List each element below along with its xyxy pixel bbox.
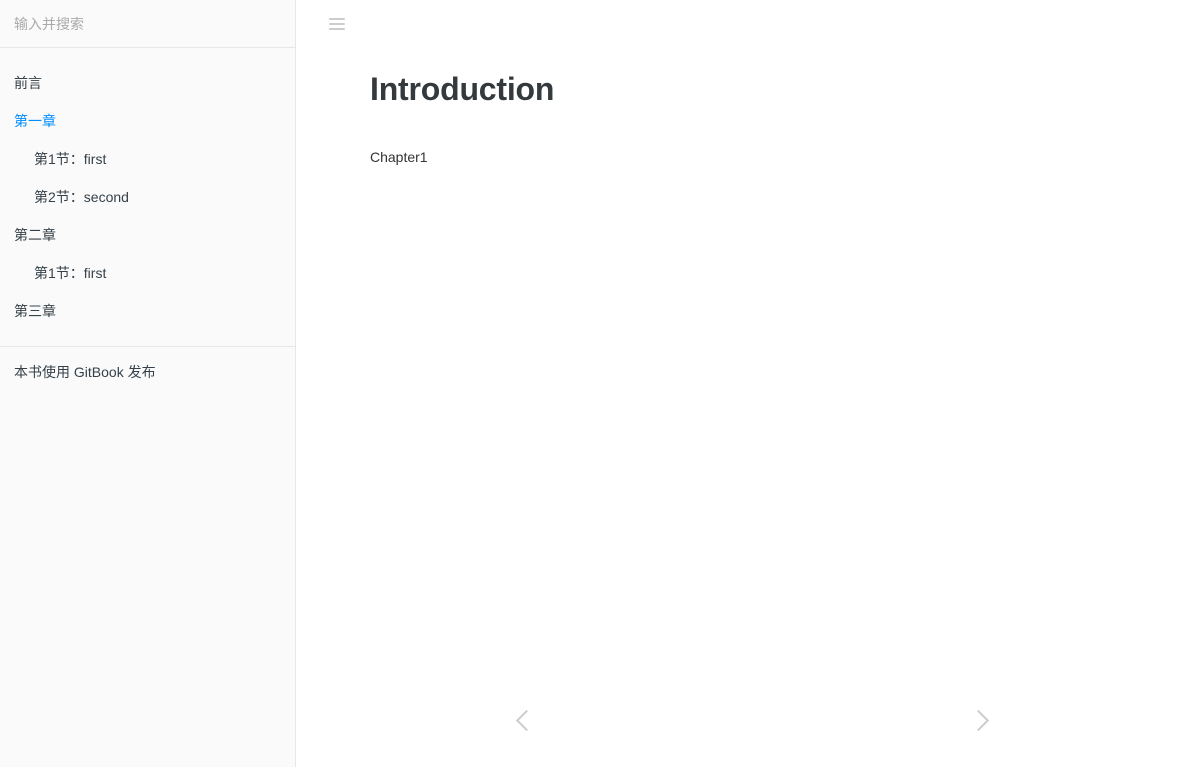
sidebar-item-label[interactable]: 第1节：first	[0, 140, 295, 178]
sidebar-item-preface[interactable]: 前言	[0, 64, 295, 102]
chevron-right-icon[interactable]	[958, 698, 1002, 742]
search-input[interactable]	[14, 13, 281, 34]
page-paragraph: Chapter1	[370, 149, 428, 166]
summary-nav-list: 前言 第一章 第1节：first 第2节：second 第二章 第1节：firs…	[0, 48, 295, 347]
chevron-right-glyph	[967, 709, 989, 731]
sidebar-item-label[interactable]: 第2节：second	[0, 178, 295, 216]
book-container: 前言 第一章 第1节：first 第2节：second 第二章 第1节：firs…	[0, 0, 1194, 767]
hamburger-bar	[329, 18, 345, 20]
content-header	[297, 0, 1194, 48]
sidebar-item-chapter-1[interactable]: 第一章	[0, 102, 295, 140]
sidebar-item-label[interactable]: 前言	[0, 64, 295, 102]
sidebar-item-label[interactable]: 第三章	[0, 292, 295, 330]
sidebar-footer-text: 本书使用 GitBook 发布	[14, 364, 156, 380]
sidebar-footer: 本书使用 GitBook 发布	[0, 347, 295, 397]
hamburger-bar	[329, 28, 345, 30]
hamburger-icon[interactable]	[317, 4, 357, 44]
sidebar-item-chapter-2-section-1[interactable]: 第1节：first	[0, 254, 295, 292]
sidebar-item-chapter-1-section-1[interactable]: 第1节：first	[0, 140, 295, 178]
chevron-left-icon[interactable]	[502, 698, 546, 742]
sidebar-item-chapter-3[interactable]: 第三章	[0, 292, 295, 330]
sidebar-item-label[interactable]: 第一章	[0, 102, 295, 140]
sidebar-item-chapter-2[interactable]: 第二章	[0, 216, 295, 254]
main-content: Introduction Chapter1	[297, 0, 1194, 767]
search-container	[0, 0, 295, 48]
chevron-left-glyph	[515, 709, 537, 731]
page-inner: Introduction Chapter1	[297, 48, 1097, 168]
page-title: Introduction	[370, 71, 555, 107]
sidebar: 前言 第一章 第1节：first 第2节：second 第二章 第1节：firs…	[0, 0, 296, 767]
sidebar-item-label[interactable]: 第二章	[0, 216, 295, 254]
sidebar-item-label[interactable]: 第1节：first	[0, 254, 295, 292]
hamburger-bar	[329, 23, 345, 25]
sidebar-item-chapter-1-section-2[interactable]: 第2节：second	[0, 178, 295, 216]
